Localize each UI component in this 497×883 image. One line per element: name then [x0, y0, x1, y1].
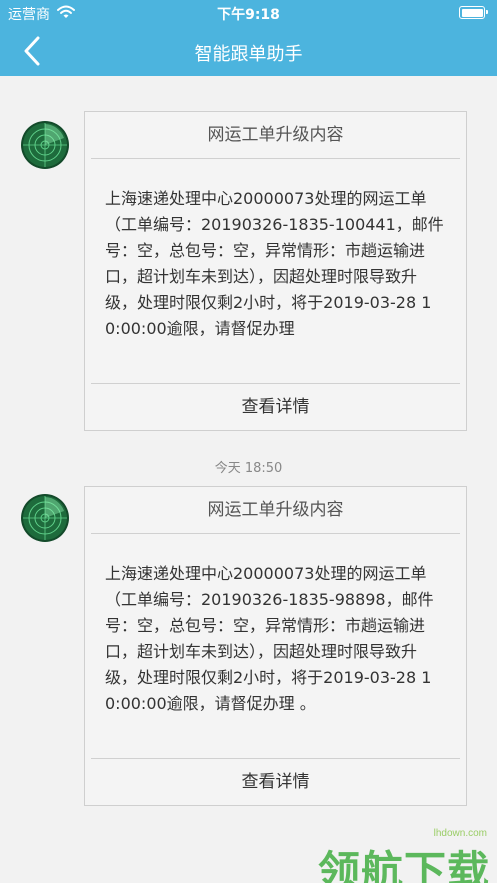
card-divider: [91, 533, 460, 534]
view-details-button[interactable]: 查看详情: [85, 759, 466, 805]
battery-icon: [459, 6, 488, 19]
status-bar: 运营商 下午9:18: [0, 0, 497, 26]
status-time: 下午9:18: [217, 7, 280, 23]
radar-avatar-icon: [21, 121, 69, 169]
card-divider: [91, 158, 460, 159]
radar-avatar-icon: [21, 494, 69, 542]
message-card: 网运工单升级内容 上海速递处理中心20000073处理的网运工单（工单编号：20…: [84, 486, 467, 806]
watermark-text: 领航下载: [318, 847, 491, 883]
message-card: 网运工单升级内容 上海速递处理中心20000073处理的网运工单（工单编号：20…: [84, 111, 467, 431]
message-timestamp: 今天 18:50: [214, 461, 283, 476]
nav-bar: 智能跟单助手: [0, 26, 497, 76]
page-title: 智能跟单助手: [194, 44, 303, 65]
card-title: 网运工单升级内容: [207, 500, 344, 520]
app-header: 运营商 下午9:18 智能跟单助手: [0, 0, 497, 76]
view-details-button[interactable]: 查看详情: [85, 384, 466, 430]
card-body: 上海速递处理中心20000073处理的网运工单（工单编号：20190326-18…: [105, 564, 434, 713]
card-body: 上海速递处理中心20000073处理的网运工单（工单编号：20190326-18…: [105, 189, 444, 338]
watermark-logo: lhdown.com 领航下载: [318, 828, 493, 883]
card-title: 网运工单升级内容: [207, 125, 344, 145]
